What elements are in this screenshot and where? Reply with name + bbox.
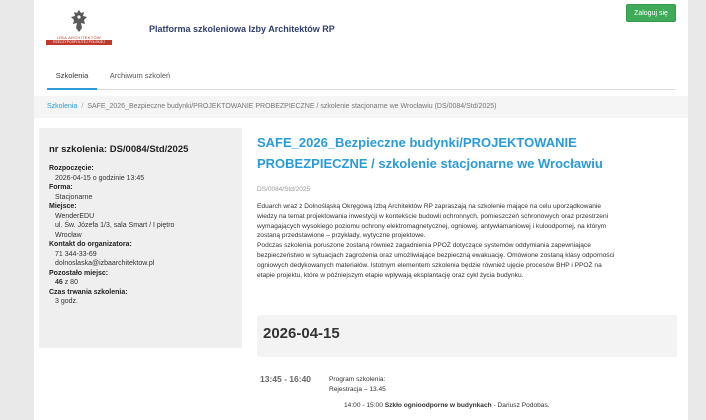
seats-total: z 80 [62,279,78,286]
course-description: Eduarch wraz z Dolnośląską Okręgową Izbą… [257,202,681,280]
breadcrumb-root-link[interactable]: Szkolenia [47,103,77,110]
course-details-panel: nr szkolenia: DS/0084/Std/2025 Rozpoczęc… [39,128,242,348]
place-label: Miejsce: [49,203,77,210]
contact-label: Kontakt do organizatora: [49,241,132,248]
duration-label: Czas trwania szkolenia: [49,288,128,296]
header: IZBA ARCHITEKTÓW RZECZYPOSPOLITEJ POLSKI… [34,0,688,58]
course-code: DS/0084/Std/2025 [257,186,311,193]
course-title: SAFE_2026_Bezpieczne budynki/PROJEKTOWAN… [257,135,603,171]
schedule-item-speaker: - Dariusz Podobas. [491,402,550,409]
schedule-info: Program szkolenia: Rejestracja – 13.45 [329,375,386,395]
seats-remaining: 46 [55,279,63,286]
tab-szkolenia[interactable]: Szkolenia [47,64,97,90]
course-number: nr szkolenia: DS/0084/Std/2025 [49,144,189,155]
schedule-item-title: Szkło ognioodporne w budynkach [384,402,492,409]
seats-value: 46 z 80 [49,278,232,288]
description-line: ogniowych dedykowanych materiałów. Istot… [257,261,602,269]
duration-value: 3 godz. [55,298,78,305]
start-value: 2026-04-15 o godzinie 13:45 [55,174,145,182]
description-line: zostaną przedstawione – przykłady, wytyc… [257,232,426,240]
page: IZBA ARCHITEKTÓW RZECZYPOSPOLITEJ POLSKI… [34,0,688,420]
breadcrumb-separator: / [81,103,84,110]
logo[interactable]: IZBA ARCHITEKTÓW RZECZYPOSPOLITEJ POLSKI… [44,9,114,49]
form-label: Forma: [49,184,73,191]
description-line: wiedzy na temat projektowania inwestycji… [257,212,609,220]
tab-archiwum[interactable]: Archiwum szkoleń [105,64,175,90]
schedule-item-time: 14:00 - 15:00 [344,402,385,409]
contact-email[interactable]: dolnoslaska@izbaarchitektow.pl [49,259,232,269]
login-button[interactable]: Zaloguj się [626,4,676,22]
date-header: 2026-04-15 [257,315,677,357]
site-title[interactable]: Platforma szkoleniowa Izby Architektów R… [149,24,335,34]
course-date: 2026-04-15 [263,325,340,342]
description-line: bezpieczeństwo w sytuacjach zagrożenia o… [257,251,615,259]
seats-label: Pozostało miejsc: [49,269,109,277]
breadcrumb: Szkolenia / SAFE_2026_Bezpieczne budynki/P… [34,96,688,118]
program-label: Program szkolenia: [329,376,386,383]
contact-phone[interactable]: 71 344-33-69 [49,250,232,260]
schedule-time: 13:45 - 16:40 [260,374,312,384]
place-line: WenderEDU [55,212,95,220]
place-line: Wrocław [55,231,82,239]
logo-text-bottom: RZECZYPOSPOLITEJ POLSKIEJ [46,40,112,45]
breadcrumb-current: SAFE_2026_Bezpieczne budynki/PROJEKTOWAN… [87,103,497,110]
description-line: wymagających wysokiego poziomu ochrony e… [257,222,607,230]
schedule-item: 14:00 - 15:00 Szkło ognioodporne w budyn… [344,402,550,409]
registration-line: Rejestracja – 13.45 [329,385,386,393]
place-line: ul. Św. Józefa 1/3, sala Smart / I piętr… [55,222,175,229]
description-line: Podczas szkolenia poruszone zostaną równ… [257,242,591,250]
start-label: Rozpoczęcie: [49,165,94,172]
eagle-emblem-icon [71,10,87,32]
form-value: Stacjonarne [55,193,93,201]
description-line: etapie projektu, które w późniejszym eta… [257,271,524,279]
tabs: Szkolenia Archiwum szkoleń [47,64,675,90]
description-line: Eduarch wraz z Dolnośląską Okręgową Izbą… [257,203,602,210]
course-content: SAFE_2026_Bezpieczne budynki/PROJEKTOWAN… [257,132,681,280]
